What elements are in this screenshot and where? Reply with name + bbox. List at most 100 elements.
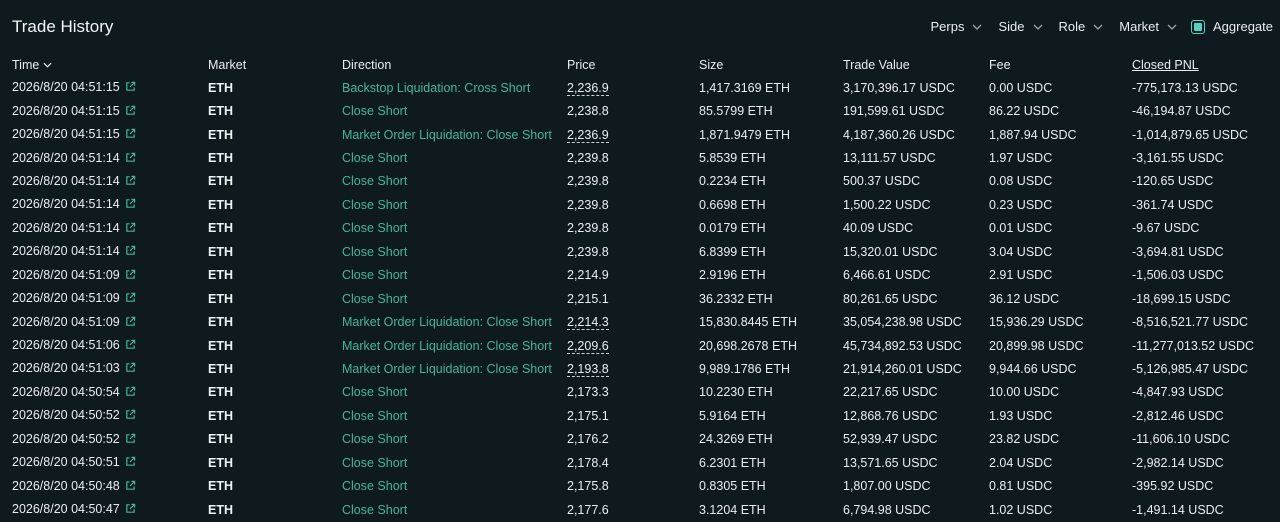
price-value: 2,173.3 — [567, 385, 609, 400]
market-cell: ETH — [208, 385, 233, 400]
price-value[interactable]: 2,209.6 — [567, 338, 609, 354]
price-value[interactable]: 2,214.3 — [567, 315, 609, 331]
filter-side[interactable]: Side — [998, 19, 1042, 34]
size-cell: 2.9196 ETH — [699, 268, 766, 283]
external-link-icon[interactable] — [125, 362, 136, 376]
fee-cell: 0.00 USDC — [989, 80, 1053, 95]
column-header-trade-value: Trade Value — [843, 58, 910, 72]
trade-value-cell: 35,054,238.98 USDC — [843, 315, 962, 330]
price-cell: 2,193.8 — [567, 357, 699, 380]
size-cell: 0.0179 ETH — [699, 221, 766, 236]
closed-pnl-cell: -1,014,879.65 USDC — [1132, 127, 1249, 142]
price-value[interactable]: 2,193.8 — [567, 361, 609, 377]
price-value: 2,177.6 — [567, 502, 609, 517]
external-link-icon[interactable] — [125, 175, 136, 189]
market-cell: ETH — [208, 408, 233, 423]
time-cell: 2026/8/20 04:50:47 — [0, 498, 208, 521]
external-link-icon[interactable] — [125, 409, 136, 423]
filter-market-label: Market — [1119, 19, 1159, 34]
filter-market[interactable]: Market — [1119, 19, 1177, 34]
column-header-time[interactable]: Time — [0, 54, 208, 76]
external-link-icon[interactable] — [125, 81, 136, 95]
price-cell: 2,173.3 — [567, 381, 699, 404]
direction-cell: Close Short — [342, 408, 408, 423]
time-value: 2026/8/20 04:51:03 — [12, 361, 120, 376]
price-value: 2,238.8 — [567, 104, 609, 119]
time-cell: 2026/8/20 04:51:15 — [0, 99, 208, 122]
price-cell: 2,239.8 — [567, 217, 699, 240]
price-cell: 2,178.4 — [567, 451, 699, 474]
size-cell: 24.3269 ETH — [699, 432, 773, 447]
closed-pnl-cell: -8,516,521.77 USDC — [1132, 315, 1249, 330]
price-cell: 2,239.8 — [567, 240, 699, 263]
price-cell: 2,238.8 — [567, 99, 699, 122]
external-link-icon[interactable] — [125, 456, 136, 470]
aggregate-toggle[interactable]: Aggregate — [1191, 19, 1273, 34]
time-cell: 2026/8/20 04:51:09 — [0, 310, 208, 333]
page-title: Trade History — [12, 17, 114, 36]
trade-value-cell: 22,217.65 USDC — [843, 385, 938, 400]
size-cell: 15,830.8445 ETH — [699, 315, 797, 330]
trade-value-cell: 500.37 USDC — [843, 174, 921, 189]
checkbox-icon[interactable] — [1191, 19, 1205, 34]
price-cell: 2,177.6 — [567, 498, 699, 521]
external-link-icon[interactable] — [125, 105, 136, 119]
external-link-icon[interactable] — [125, 292, 136, 306]
fee-cell: 23.82 USDC — [989, 432, 1060, 447]
table-row: 2026/8/20 04:51:15 ETH Backstop Liquidatio… — [0, 76, 1272, 99]
closed-pnl-cell: -3,694.81 USDC — [1132, 244, 1224, 259]
time-cell: 2026/8/20 04:51:14 — [0, 193, 208, 216]
size-cell: 6.8399 ETH — [699, 244, 766, 259]
external-link-icon[interactable] — [125, 222, 136, 236]
column-header-price: Price — [567, 58, 596, 72]
column-header-closed-pnl[interactable]: Closed PNL — [1132, 54, 1272, 76]
closed-pnl-cell: -3,161.55 USDC — [1132, 151, 1224, 166]
trade-value-cell: 6,794.98 USDC — [843, 502, 931, 517]
size-cell: 36.2332 ETH — [699, 291, 773, 306]
price-cell: 2,239.8 — [567, 146, 699, 169]
external-link-icon[interactable] — [125, 245, 136, 259]
price-value: 2,239.8 — [567, 151, 609, 166]
table-row: 2026/8/20 04:50:54 ETH Close Short 2,173.3 1… — [0, 381, 1272, 404]
trade-history-table: Time Market Direction Price Size Trade V… — [0, 54, 1272, 521]
external-link-icon[interactable] — [125, 269, 136, 283]
price-value: 2,215.1 — [567, 291, 609, 306]
external-link-icon[interactable] — [125, 152, 136, 166]
external-link-icon[interactable] — [125, 386, 136, 400]
market-cell: ETH — [208, 291, 233, 306]
price-value[interactable]: 2,236.9 — [567, 127, 609, 143]
filter-role[interactable]: Role — [1059, 19, 1104, 34]
column-header-market: Market — [208, 58, 247, 72]
time-value: 2026/8/20 04:50:54 — [12, 384, 120, 399]
external-link-icon[interactable] — [125, 503, 136, 517]
direction-cell: Close Short — [342, 291, 408, 306]
fee-cell: 20,899.98 USDC — [989, 338, 1084, 353]
external-link-icon[interactable] — [125, 198, 136, 212]
external-link-icon[interactable] — [125, 316, 136, 330]
external-link-icon[interactable] — [125, 128, 136, 142]
direction-cell: Close Short — [342, 221, 408, 236]
market-cell: ETH — [208, 315, 233, 330]
time-value: 2026/8/20 04:51:14 — [12, 150, 120, 165]
table-row: 2026/8/20 04:51:03 ETH Market Order Liquid… — [0, 357, 1272, 380]
filter-perps[interactable]: Perps — [931, 19, 983, 34]
chevron-down-icon — [973, 24, 982, 30]
table-header-row: Time Market Direction Price Size Trade V… — [0, 54, 1272, 76]
chevron-down-icon — [1167, 24, 1177, 30]
direction-cell: Close Short — [342, 479, 408, 494]
direction-cell: Close Short — [342, 268, 408, 283]
trade-value-cell: 15,320.01 USDC — [843, 244, 938, 259]
trade-value-cell: 52,939.47 USDC — [843, 432, 938, 447]
table-row: 2026/8/20 04:51:09 ETH Close Short 2,215.1 3… — [0, 287, 1272, 310]
fee-cell: 2.04 USDC — [989, 455, 1053, 470]
external-link-icon[interactable] — [125, 480, 136, 494]
external-link-icon[interactable] — [125, 433, 136, 447]
time-cell: 2026/8/20 04:51:09 — [0, 287, 208, 310]
price-value[interactable]: 2,236.9 — [567, 80, 609, 96]
direction-cell: Market Order Liquidation: Close Short — [342, 338, 552, 353]
direction-cell: Close Short — [342, 174, 408, 189]
size-cell: 0.6698 ETH — [699, 197, 766, 212]
time-cell: 2026/8/20 04:51:14 — [0, 217, 208, 240]
table-row: 2026/8/20 04:50:52 ETH Close Short 2,175.1 5… — [0, 404, 1272, 427]
external-link-icon[interactable] — [125, 339, 136, 353]
